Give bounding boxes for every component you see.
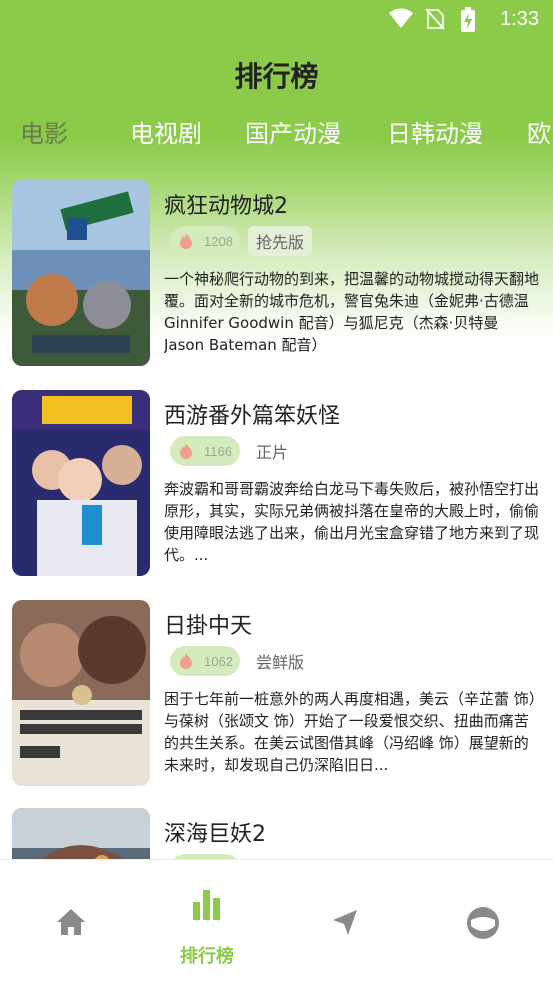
flame-icon: [178, 652, 194, 670]
tab-tv-series[interactable]: 电视剧: [130, 114, 202, 149]
page-title: 排行榜: [234, 60, 319, 93]
movie-description: 一个神秘爬行动物的到来，把温馨的动物城搅动得天翻地覆。面对全新的城市危机，警官兔…: [164, 270, 540, 354]
list-item[interactable]: 疯狂动物城2 1208 抢先版 一个神秘爬行动物的到来，把温馨的动物城搅动得天翻…: [0, 180, 553, 366]
status-time: 1:33: [500, 7, 539, 30]
nav-home[interactable]: [2, 860, 140, 983]
ranking-list: 疯狂动物城2 1208 抢先版 一个神秘爬行动物的到来，把温馨的动物城搅动得天翻…: [0, 180, 553, 860]
no-sim-icon: [424, 7, 450, 31]
nav-profile[interactable]: [414, 860, 552, 983]
bottom-navigation: 排行榜: [0, 859, 553, 983]
movie-title: 疯狂动物城2: [164, 194, 288, 219]
tab-western[interactable]: 欧: [527, 114, 551, 149]
version-tag: 抢先版: [248, 226, 313, 256]
version-tag: 尝鲜版: [256, 653, 305, 672]
tab-domestic-anime[interactable]: 国产动漫: [245, 114, 341, 149]
tab-movie[interactable]: 电影: [20, 114, 68, 149]
nav-ranking[interactable]: 排行榜: [138, 860, 276, 983]
nav-discover[interactable]: [276, 860, 414, 983]
list-item[interactable]: 深海巨妖2: [0, 808, 553, 860]
hot-badge: 1166: [170, 436, 240, 466]
status-bar: 1:33: [0, 0, 553, 38]
poster-image[interactable]: [12, 808, 150, 860]
hot-badge: 1062: [170, 646, 240, 676]
poster-image[interactable]: [12, 600, 150, 786]
movie-title: 西游番外篇笨妖怪: [164, 404, 341, 429]
hot-count: 1062: [204, 653, 233, 669]
movie-description: 奔波霸和哥哥霸波奔给白龙马下毒失败后，被孙悟空打出原形，其实，实际兄弟俩被抖落在…: [164, 480, 540, 564]
movie-title: 日掛中天: [164, 614, 253, 639]
version-tag: 正片: [256, 443, 289, 462]
navigation-arrow-icon: [330, 908, 360, 942]
hot-badge: 1208: [170, 226, 240, 256]
movie-description: 困于七年前一桩意外的两人再度相遇，美云（辛芷蕾 饰）与葆树（张颂文 饰）开始了一…: [164, 690, 537, 774]
list-item[interactable]: 日掛中天 1062 尝鲜版 困于七年前一桩意外的两人再度相遇，美云（辛芷蕾 饰）…: [0, 600, 553, 786]
movie-title: 深海巨妖2: [164, 822, 266, 847]
poster-image[interactable]: [12, 180, 150, 366]
hot-count: 1166: [204, 443, 232, 459]
bar-chart-icon: [192, 888, 222, 924]
profile-icon: [466, 906, 500, 944]
list-item[interactable]: 西游番外篇笨妖怪 1166 正片 奔波霸和哥哥霸波奔给白龙马下毒失败后，被孙悟空…: [0, 390, 553, 576]
hot-count: 1208: [204, 233, 233, 249]
wifi-icon: [388, 7, 414, 31]
home-icon: [55, 906, 87, 942]
category-tabs: 电影 电视剧 国产动漫 日韩动漫 欧: [0, 114, 553, 154]
battery-charging-icon: [460, 7, 486, 32]
flame-icon: [178, 442, 194, 460]
flame-icon: [178, 232, 194, 250]
tab-jp-kr-anime[interactable]: 日韩动漫: [387, 114, 483, 149]
poster-image[interactable]: [12, 390, 150, 576]
nav-ranking-label: 排行榜: [180, 946, 234, 967]
